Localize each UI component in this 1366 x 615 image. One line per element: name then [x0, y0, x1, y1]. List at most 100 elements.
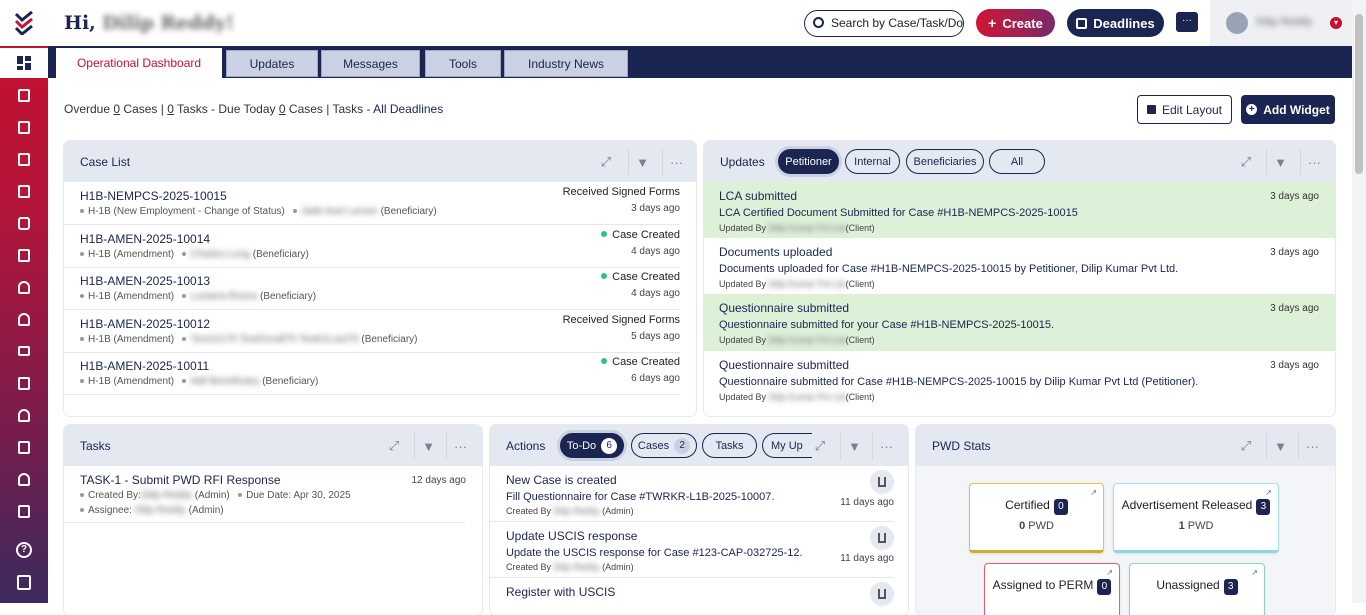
- filter-petitioner[interactable]: Petitioner: [778, 149, 839, 174]
- guide-icon[interactable]: [0, 567, 48, 597]
- stat-unassigned[interactable]: ↗ Unassigned 3: [1129, 563, 1265, 615]
- tab-updates[interactable]: Updates: [226, 50, 318, 77]
- filter-todo[interactable]: To-Do 6: [560, 433, 624, 458]
- filter-icon[interactable]: ▼: [628, 149, 656, 175]
- filter-icon[interactable]: ▼: [1266, 149, 1294, 175]
- user-icon[interactable]: [0, 272, 48, 302]
- update-description[interactable]: Questionnaire submitted for your Case #H…: [719, 319, 1054, 331]
- book-icon[interactable]: [0, 432, 48, 462]
- filter-all[interactable]: All: [989, 149, 1045, 174]
- action-description[interactable]: Update the USCIS response for Case #123-…: [506, 547, 803, 559]
- expand-icon[interactable]: ⤢: [592, 149, 620, 175]
- update-title: Documents uploaded: [719, 245, 833, 259]
- tab-messages[interactable]: Messages: [321, 50, 420, 77]
- page-scrollbar[interactable]: [1352, 0, 1366, 603]
- task-due-date: Due Date: Apr 30, 2025: [246, 490, 351, 501]
- pwd-stats-panel: PWD Stats ⤢ ▼ ··· ↗ Certified 0 0 PWD ↗ A…: [916, 425, 1335, 615]
- actions-panel: Actions To-Do 6 Cases 2 Tasks My Up ⤢ ▼ ··…: [490, 425, 908, 615]
- update-description[interactable]: Questionnaire submitted for Case #H1B-NE…: [719, 376, 1198, 388]
- expand-icon[interactable]: ⤢: [1232, 149, 1260, 175]
- case-row[interactable]: H1B-AMEN-2025-10013 H-1B (Amendment) Luci…: [64, 267, 680, 310]
- chat-icon[interactable]: ···: [1176, 12, 1198, 32]
- overdue-cases-count[interactable]: 0: [113, 102, 120, 116]
- update-row[interactable]: Questionnaire submitted Questionnaire sub…: [704, 351, 1335, 416]
- updater-name: Dilip Kumar Pvt Ltd: [768, 279, 846, 289]
- case-row[interactable]: H1B-AMEN-2025-10012 H-1B (Amendment) Test…: [64, 310, 680, 353]
- more-icon[interactable]: ···: [1298, 433, 1326, 459]
- tasks-title: Tasks: [80, 439, 111, 453]
- all-deadlines-link[interactable]: All Deadlines: [373, 102, 443, 116]
- user-menu[interactable]: Dilip Reddy ▾: [1210, 0, 1366, 46]
- due-cases-count[interactable]: 0: [279, 102, 286, 116]
- messages-icon[interactable]: [0, 208, 48, 238]
- cases-icon[interactable]: [0, 80, 48, 110]
- filter-my-updates[interactable]: My Up: [762, 433, 812, 458]
- app-logo[interactable]: [0, 0, 48, 46]
- tab-industry-news[interactable]: Industry News: [504, 50, 628, 77]
- case-id[interactable]: H1B-AMEN-2025-10013: [80, 274, 210, 288]
- search-input[interactable]: Search by Case/Task/Document: [804, 10, 964, 37]
- case-id[interactable]: H1B-AMEN-2025-10011: [80, 359, 209, 373]
- stat-certified[interactable]: ↗ Certified 0 0 PWD: [969, 483, 1104, 553]
- team-icon[interactable]: [0, 464, 48, 494]
- beneficiary-icon[interactable]: [0, 304, 48, 334]
- dashboard-icon[interactable]: [0, 48, 48, 78]
- update-row[interactable]: Documents uploaded Documents uploaded for…: [704, 238, 1335, 294]
- update-row[interactable]: Questionnaire submitted Questionnaire sub…: [704, 294, 1335, 351]
- folder-icon[interactable]: [0, 336, 48, 366]
- tasks-icon[interactable]: [0, 240, 48, 270]
- case-id[interactable]: H1B-AMEN-2025-10012: [80, 317, 210, 331]
- case-row[interactable]: H1B-AMEN-2025-10014 H-1B (Amendment) Char…: [64, 225, 680, 268]
- more-icon[interactable]: ···: [1300, 149, 1328, 175]
- tab-operational-dashboard[interactable]: Operational Dashboard: [56, 48, 222, 78]
- case-id[interactable]: H1B-NEMPCS-2025-10015: [80, 189, 227, 203]
- filter-internal[interactable]: Internal: [845, 149, 900, 174]
- external-link-icon: ↗: [1090, 488, 1097, 497]
- update-description[interactable]: LCA Certified Document Submitted for Cas…: [719, 207, 1078, 219]
- action-row[interactable]: New Case is created Fill Questionnaire fo…: [490, 466, 894, 522]
- help-icon[interactable]: ?: [0, 535, 48, 565]
- filter-tasks[interactable]: Tasks: [702, 433, 757, 458]
- expand-icon[interactable]: ⤢: [1232, 433, 1260, 459]
- case-row[interactable]: H1B-NEMPCS-2025-10015 H-1B (New Employmen…: [64, 182, 680, 225]
- task-row[interactable]: TASK-1 - Submit PWD RFI Response 12 days…: [64, 466, 466, 523]
- trash-icon[interactable]: [870, 470, 894, 494]
- expand-icon[interactable]: ⤢: [380, 433, 408, 459]
- trash-icon[interactable]: [870, 582, 894, 606]
- filter-icon[interactable]: ▼: [840, 433, 868, 459]
- action-row[interactable]: Update USCIS response Update the USCIS re…: [490, 522, 894, 578]
- updater-role: (Client): [845, 392, 875, 402]
- forms-icon[interactable]: [0, 144, 48, 174]
- tab-tools[interactable]: Tools: [425, 50, 501, 77]
- edit-layout-button[interactable]: Edit Layout: [1137, 95, 1232, 124]
- filter-icon[interactable]: ▼: [1266, 433, 1294, 459]
- case-details: H-1B (Amendment) Test10175 Test01mdf75 T…: [80, 334, 418, 345]
- update-row[interactable]: LCA submitted LCA Certified Document Subm…: [704, 182, 1335, 238]
- calendar-icon[interactable]: [0, 496, 48, 526]
- case-type: H-1B (Amendment): [88, 248, 175, 260]
- filter-beneficiaries[interactable]: Beneficiaries: [906, 149, 984, 174]
- more-icon[interactable]: ···: [446, 433, 474, 459]
- more-icon[interactable]: ···: [662, 149, 690, 175]
- case-id[interactable]: H1B-AMEN-2025-10014: [80, 232, 210, 246]
- trash-icon[interactable]: [870, 526, 894, 550]
- overdue-tasks-count[interactable]: 0: [167, 102, 174, 116]
- create-button[interactable]: + Create: [976, 9, 1055, 37]
- documents-icon[interactable]: [0, 112, 48, 142]
- contacts-icon[interactable]: [0, 400, 48, 430]
- stat-assigned-to-perm[interactable]: ↗ Assigned to PERM 0: [984, 563, 1120, 615]
- case-row[interactable]: H1B-AMEN-2025-10011 H-1B (Amendment) Adil…: [64, 352, 680, 395]
- notes-icon[interactable]: [0, 368, 48, 398]
- more-icon[interactable]: ···: [872, 433, 900, 459]
- expand-icon[interactable]: ⤢: [806, 433, 834, 459]
- stat-advertisement-released[interactable]: ↗ Advertisement Released 3 1 PWD: [1113, 483, 1279, 553]
- action-row[interactable]: Register with USCIS: [490, 578, 894, 615]
- update-description[interactable]: Documents uploaded for Case #H1B-NEMPCS-…: [719, 263, 1178, 275]
- filter-cases[interactable]: Cases 2: [631, 433, 697, 458]
- add-widget-button[interactable]: + Add Widget: [1241, 95, 1335, 124]
- reports-icon[interactable]: [0, 176, 48, 206]
- deadlines-button[interactable]: Deadlines: [1067, 9, 1164, 37]
- action-description[interactable]: Fill Questionnaire for Case #TWRKR-L1B-2…: [506, 491, 774, 503]
- chevron-down-icon[interactable]: ▾: [1330, 17, 1342, 29]
- filter-icon[interactable]: ▼: [414, 433, 442, 459]
